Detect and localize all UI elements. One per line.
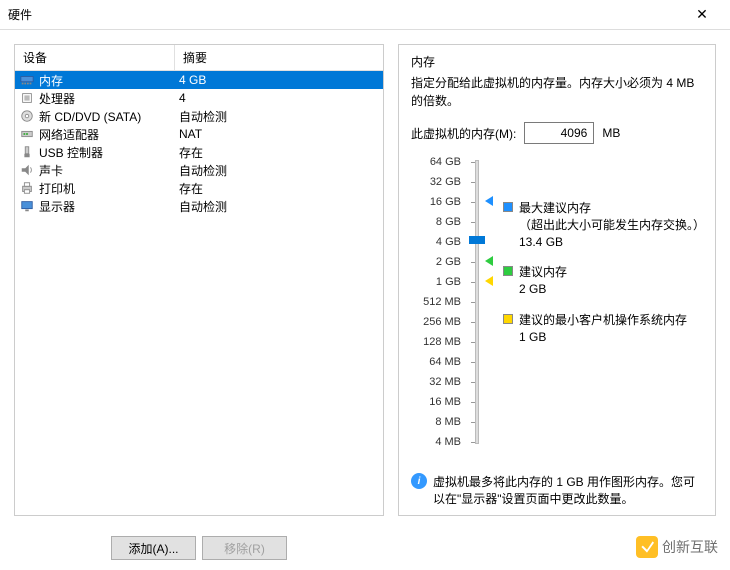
- legend-green-icon: [503, 266, 513, 276]
- watermark-text: 创新互联: [662, 537, 718, 557]
- slider-tick-label: 32 GB: [411, 174, 461, 190]
- max-marker-icon: [485, 196, 493, 206]
- memory-slider[interactable]: [467, 154, 487, 450]
- network-icon: [19, 126, 35, 142]
- rec-marker-icon: [485, 256, 493, 266]
- legend-min-title: 建议的最小客户机操作系统内存: [519, 312, 687, 329]
- usb-icon: [19, 144, 35, 160]
- memory-icon: [19, 72, 35, 88]
- slider-tick-label: 64 GB: [411, 154, 461, 170]
- slider-tick-label: 16 MB: [411, 394, 461, 410]
- device-label: 打印机: [39, 180, 179, 197]
- legend-rec-title: 建议内存: [519, 264, 567, 281]
- device-row[interactable]: 新 CD/DVD (SATA)自动检测: [15, 107, 383, 125]
- device-label: 网络适配器: [39, 126, 179, 143]
- device-row[interactable]: 显示器自动检测: [15, 197, 383, 215]
- slider-tick-label: 512 MB: [411, 294, 461, 310]
- memory-input[interactable]: [524, 122, 594, 144]
- sound-icon: [19, 162, 35, 178]
- slider-handle-icon[interactable]: [469, 236, 485, 244]
- min-marker-icon: [485, 276, 493, 286]
- device-row[interactable]: 内存4 GB: [15, 71, 383, 89]
- legend-min-value: 1 GB: [519, 329, 687, 346]
- mem-input-label: 此虚拟机的内存(M):: [411, 125, 516, 142]
- device-summary: 自动检测: [179, 198, 379, 215]
- slider-tick-label: 8 MB: [411, 414, 461, 430]
- info-icon: i: [411, 473, 427, 489]
- col-summary: 摘要: [175, 45, 383, 70]
- legend-blue-icon: [503, 202, 513, 212]
- device-list: 设备 摘要 内存4 GB处理器4新 CD/DVD (SATA)自动检测网络适配器…: [14, 44, 384, 516]
- device-label: 显示器: [39, 198, 179, 215]
- display-icon: [19, 198, 35, 214]
- slider-tick-label: 1 GB: [411, 274, 461, 290]
- device-summary: 自动检测: [179, 108, 379, 125]
- legend-rec-value: 2 GB: [519, 281, 567, 298]
- section-title: 内存: [411, 53, 703, 70]
- slider-tick-label: 8 GB: [411, 214, 461, 230]
- add-button[interactable]: 添加(A)...: [111, 536, 196, 560]
- table-header: 设备 摘要: [15, 45, 383, 71]
- device-summary: NAT: [179, 127, 379, 141]
- slider-tick-label: 4 MB: [411, 434, 461, 450]
- memory-panel: 内存 指定分配给此虚拟机的内存量。内存大小必须为 4 MB 的倍数。 此虚拟机的…: [398, 44, 716, 516]
- device-label: 处理器: [39, 90, 179, 107]
- slider-tick-label: 256 MB: [411, 314, 461, 330]
- cpu-icon: [19, 90, 35, 106]
- device-row[interactable]: 处理器4: [15, 89, 383, 107]
- device-row[interactable]: 网络适配器NAT: [15, 125, 383, 143]
- slider-tick-label: 64 MB: [411, 354, 461, 370]
- watermark-icon: [636, 536, 658, 558]
- legend-max-value: 13.4 GB: [519, 234, 703, 251]
- col-device: 设备: [15, 45, 175, 70]
- slider-tick-label: 2 GB: [411, 254, 461, 270]
- device-row[interactable]: 声卡自动检测: [15, 161, 383, 179]
- slider-tick-label: 4 GB: [411, 234, 461, 250]
- device-summary: 存在: [179, 144, 379, 161]
- device-summary: 自动检测: [179, 162, 379, 179]
- slider-tick-label: 32 MB: [411, 374, 461, 390]
- device-summary: 4 GB: [179, 73, 379, 87]
- device-row[interactable]: USB 控制器存在: [15, 143, 383, 161]
- device-label: 声卡: [39, 162, 179, 179]
- device-summary: 4: [179, 91, 379, 105]
- legend-max-title: 最大建议内存: [519, 200, 703, 217]
- cd-icon: [19, 108, 35, 124]
- device-summary: 存在: [179, 180, 379, 197]
- legend-yellow-icon: [503, 314, 513, 324]
- device-row[interactable]: 打印机存在: [15, 179, 383, 197]
- mem-unit: MB: [602, 126, 620, 140]
- device-label: USB 控制器: [39, 144, 179, 161]
- watermark: 创新互联: [636, 536, 718, 558]
- close-icon[interactable]: ✕: [682, 6, 722, 23]
- info-text: 虚拟机最多将此内存的 1 GB 用作图形内存。您可以在"显示器"设置页面中更改此…: [433, 473, 703, 507]
- device-label: 内存: [39, 72, 179, 89]
- window-title: 硬件: [8, 6, 682, 23]
- remove-button: 移除(R): [202, 536, 287, 560]
- device-label: 新 CD/DVD (SATA): [39, 108, 179, 125]
- section-desc: 指定分配给此虚拟机的内存量。内存大小必须为 4 MB 的倍数。: [411, 74, 703, 110]
- slider-tick-label: 128 MB: [411, 334, 461, 350]
- printer-icon: [19, 180, 35, 196]
- slider-tick-label: 16 GB: [411, 194, 461, 210]
- legend-max-note: （超出此大小可能发生内存交换。）: [519, 217, 703, 234]
